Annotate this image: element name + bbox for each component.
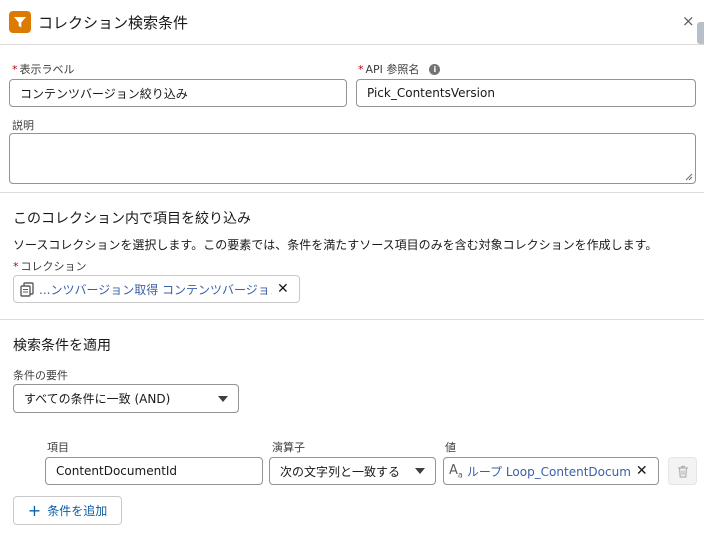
- divider: [0, 192, 704, 193]
- collection-value: ...ンツバージョン取得 コンテンツバージョン: [39, 282, 272, 297]
- condition-operator-select[interactable]: 次の文字列と一致する: [269, 457, 436, 485]
- remove-collection-icon[interactable]: ✕: [277, 281, 289, 297]
- resize-grip-icon[interactable]: [685, 173, 693, 181]
- condition-value-pill[interactable]: Aa ループ Loop_ContentDocume... ✕: [443, 457, 659, 485]
- info-icon[interactable]: i: [429, 63, 441, 75]
- condition-field-input[interactable]: ContentDocumentId: [45, 457, 263, 485]
- divider: [0, 319, 704, 320]
- required-marker: *: [12, 63, 18, 76]
- delete-condition-button[interactable]: [668, 457, 697, 485]
- value-column-label: 値: [445, 441, 456, 454]
- divider: [0, 44, 704, 45]
- close-icon[interactable]: ×: [682, 12, 695, 30]
- field-column-label: 項目: [47, 441, 69, 454]
- required-marker: *: [358, 62, 364, 76]
- trash-icon: [677, 465, 688, 478]
- condition-value: ループ Loop_ContentDocume...: [466, 464, 631, 479]
- filter-icon: [9, 11, 31, 33]
- chevron-down-icon: [415, 468, 425, 474]
- remove-value-icon[interactable]: ✕: [636, 463, 648, 479]
- description-textarea[interactable]: [9, 133, 696, 184]
- chevron-down-icon: [218, 395, 228, 402]
- collection-pill[interactable]: ...ンツバージョン取得 コンテンツバージョン ✕: [13, 275, 300, 303]
- required-marker: *: [13, 260, 19, 273]
- api-name-field-label: * API 参照名 i: [358, 61, 441, 77]
- api-name-input[interactable]: Pick_ContentsVersion: [356, 79, 696, 107]
- label-input[interactable]: コンテンツバージョン絞り込み: [9, 79, 347, 107]
- label-field-label: * 表示ラベル: [12, 63, 75, 76]
- requirement-label: 条件の要件: [13, 369, 68, 382]
- dialog-title: コレクション検索条件: [38, 14, 189, 32]
- collection-field-label: * コレクション: [13, 260, 87, 273]
- conditions-section-title: 検索条件を適用: [13, 338, 111, 354]
- plus-icon: +: [27, 501, 42, 520]
- panel-collapse-handle[interactable]: [697, 22, 704, 44]
- requirement-select[interactable]: すべての条件に一致 (AND): [13, 384, 239, 413]
- collection-icon: [20, 281, 34, 297]
- add-condition-button[interactable]: + 条件を追加: [13, 496, 122, 525]
- filter-section-title: このコレクション内で項目を絞り込み: [13, 211, 251, 227]
- filter-section-description: ソースコレクションを選択します。この要素では、条件を満たすソース項目のみを含む対…: [13, 238, 658, 252]
- operator-column-label: 演算子: [272, 441, 305, 454]
- text-type-icon: Aa: [449, 462, 463, 480]
- description-label: 説明: [12, 119, 34, 132]
